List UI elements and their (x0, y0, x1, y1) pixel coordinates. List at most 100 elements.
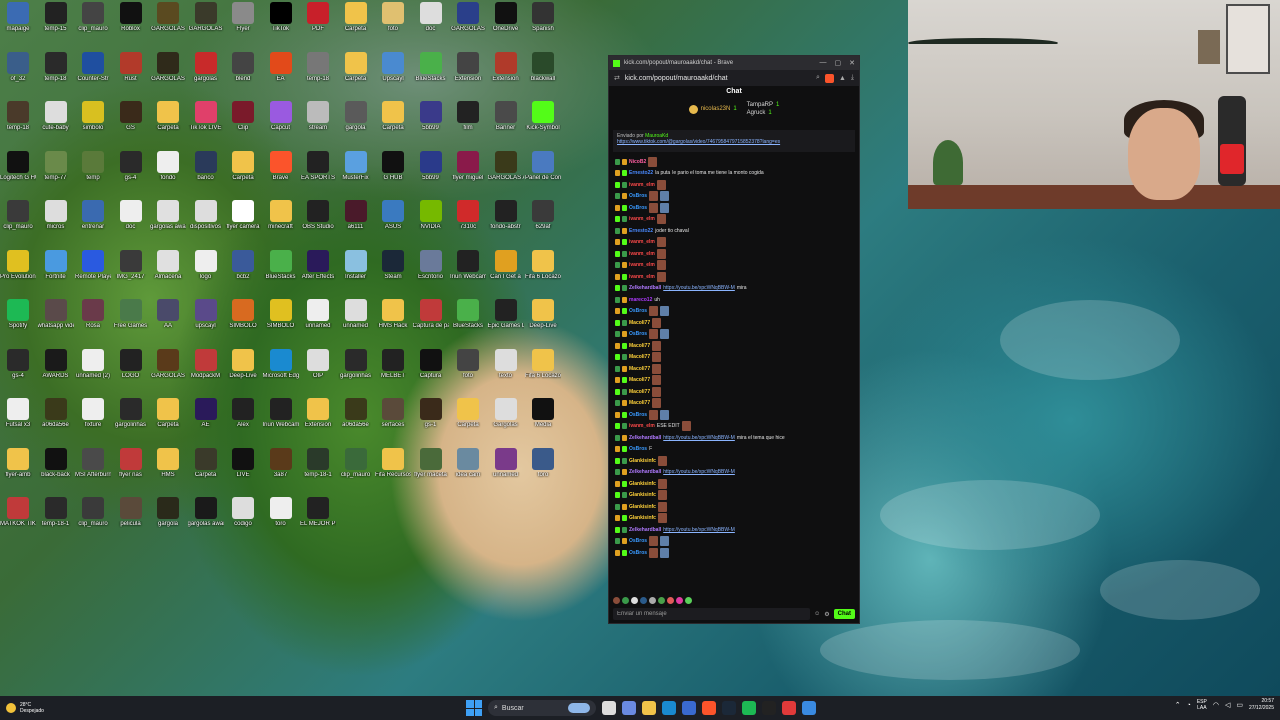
chat-message[interactable]: ivanm_elm ESE EDIT (615, 421, 853, 433)
chat-emote[interactable] (648, 156, 658, 167)
chat-username[interactable]: Macoli77 (629, 320, 650, 326)
chat-message[interactable]: ivanm_elm (615, 271, 853, 283)
desktop-icon[interactable]: whatsapp video (38, 299, 74, 347)
chat-message[interactable]: Glankisinfc (615, 501, 853, 513)
desktop-icon[interactable]: Clip (225, 101, 261, 149)
chevron-up-icon[interactable]: ⌃ (1175, 701, 1181, 709)
desktop-icon[interactable]: TikTok LIVE (188, 101, 224, 149)
desktop-icon[interactable]: of_32 (0, 51, 36, 100)
desktop-icon[interactable]: Deep-Live (225, 348, 261, 397)
chat-username[interactable]: Glankisinfc (629, 492, 656, 498)
desktop-icon[interactable]: toro (525, 447, 561, 496)
desktop-icon[interactable]: foto (375, 2, 411, 50)
minimize-icon[interactable]: — (820, 59, 827, 67)
desktop-icon[interactable]: MATKOK TIKTOK (0, 497, 36, 545)
desktop-icon[interactable]: ASUS (375, 200, 411, 248)
desktop-icon[interactable]: GARGOLAS (150, 51, 186, 100)
desktop-icon[interactable]: EA SPORTS (300, 150, 336, 199)
chat-message[interactable]: OsBros (615, 409, 853, 421)
desktop-icon[interactable]: AE (188, 398, 224, 446)
chat-message[interactable]: OsBros (615, 536, 853, 548)
chat-username[interactable]: Glankisinfc (629, 481, 656, 487)
zoom-icon[interactable]: ⌕ (816, 74, 820, 82)
chat-emote[interactable] (652, 340, 662, 351)
chat-message[interactable]: Glankisinfc (615, 490, 853, 502)
pinned-link[interactable]: https://www.tiktok.com/@gargolas/video/7… (617, 139, 851, 145)
wifi-icon[interactable]: ◠ (1213, 701, 1219, 709)
desktop-icon[interactable]: G HUB (375, 150, 411, 199)
chat-message[interactable]: Glankisinfc (615, 513, 853, 525)
desktop-icon[interactable]: Fifa 6 Locazos (525, 348, 561, 397)
azure-icon[interactable] (802, 701, 816, 715)
desktop-icon[interactable]: gargolas (188, 51, 224, 100)
chat-message[interactable]: ivanm_elm (615, 214, 853, 226)
desktop-icon[interactable]: bcb2 (225, 249, 261, 298)
desktop-icon[interactable]: codigo (225, 497, 261, 545)
desktop-icon[interactable]: 5bb99 (413, 150, 449, 199)
desktop-icon[interactable]: Capcut (263, 101, 299, 149)
desktop-icon[interactable]: Media (525, 398, 561, 446)
chat-emote[interactable] (660, 329, 670, 340)
chat-emote[interactable] (660, 409, 670, 420)
desktop-icon[interactable]: Can I Get a (488, 249, 524, 298)
desktop-icon[interactable]: SIMBOLO (263, 299, 299, 347)
chat-message[interactable]: OsBros (615, 547, 853, 559)
desktop-icon[interactable]: temp-15 (38, 2, 74, 50)
desktop-icon[interactable]: Steam (375, 249, 411, 298)
chat-message[interactable]: Macoli77 (615, 352, 853, 364)
desktop-icon[interactable]: blend (225, 51, 261, 100)
desktop-icon[interactable]: Rosa (75, 299, 111, 347)
brave-icon[interactable] (702, 701, 716, 715)
desktop-icon[interactable]: gargola (150, 497, 186, 545)
chat-emote[interactable] (649, 202, 659, 213)
chat-message[interactable]: OsBros (615, 306, 853, 318)
desktop-icon[interactable]: Roblox (113, 2, 149, 50)
chat-emote[interactable] (656, 248, 666, 259)
desktop-icon[interactable]: Panel de Control (525, 150, 561, 199)
volume-icon[interactable]: ◁ (1225, 701, 1230, 709)
chat-message[interactable]: Zelkehardball https://youtu.be/xpcWNqBBW-… (615, 467, 853, 479)
desktop-icon[interactable]: Almacena (150, 249, 186, 298)
desktop-icon[interactable]: clip_mauro (75, 2, 111, 50)
chat-message[interactable]: OsBros F (615, 444, 853, 456)
desktop-icon[interactable]: gs-1 (413, 398, 449, 446)
chat-emote[interactable] (660, 536, 670, 547)
desktop-icon[interactable]: Logitech G HUB (0, 150, 36, 199)
desktop-icon[interactable]: cute-baby (38, 101, 74, 149)
emote-icon[interactable] (658, 596, 665, 604)
emote-icon[interactable] (640, 596, 647, 604)
desktop-icon[interactable]: unnamed (300, 299, 336, 347)
desktop-icon[interactable]: toro (263, 497, 299, 545)
chat-emote[interactable] (660, 306, 670, 317)
chat-emote[interactable] (660, 547, 670, 558)
desktop-icon[interactable]: temp-18-1 (300, 447, 336, 496)
desktop-icon[interactable]: serfaces (375, 398, 411, 446)
desktop-icon[interactable]: Spanish (525, 2, 561, 50)
chat-emote[interactable] (652, 352, 662, 363)
chat-username[interactable]: OsBros (629, 538, 647, 544)
desktop-icon[interactable]: Pro Evolution Soccer (0, 249, 36, 298)
desktop-icon[interactable]: Iriun Webcam (450, 249, 486, 298)
desktop-icon[interactable]: TikTok (263, 2, 299, 50)
chat-username[interactable]: ivanm_elm (629, 274, 655, 280)
chat-username[interactable]: ivanm_elm (629, 251, 655, 257)
desktop-icon[interactable]: Fifa Recursos (375, 447, 411, 496)
maximize-icon[interactable]: ▢ (835, 59, 842, 67)
desktop-icon[interactable]: HMS (150, 447, 186, 496)
desktop-icon[interactable]: gargolas awards (188, 497, 224, 545)
chat-message[interactable]: NicoB2 (615, 156, 853, 168)
desktop-icon[interactable]: black-back (38, 447, 74, 496)
chat-emote[interactable] (657, 490, 667, 501)
clock[interactable]: 20:57 27/12/2025 (1249, 698, 1274, 712)
desktop-icon[interactable]: gargola (338, 101, 374, 149)
emote-icon[interactable] (667, 596, 674, 604)
desktop-icon[interactable]: Kick-Symbol (525, 101, 561, 149)
download-icon[interactable]: ⤓ (851, 74, 854, 82)
settings-icon[interactable]: ⚙ (824, 611, 829, 618)
desktop-icon[interactable]: flyer maceta (413, 447, 449, 496)
desktop-icon[interactable]: EL MEJOR PHONE (300, 497, 336, 545)
emote-icon[interactable] (649, 596, 656, 604)
chat-emote[interactable] (649, 329, 659, 340)
desktop-icon[interactable]: Microsoft Edge (263, 348, 299, 397)
desktop-icon[interactable]: gs-4 (0, 348, 36, 397)
